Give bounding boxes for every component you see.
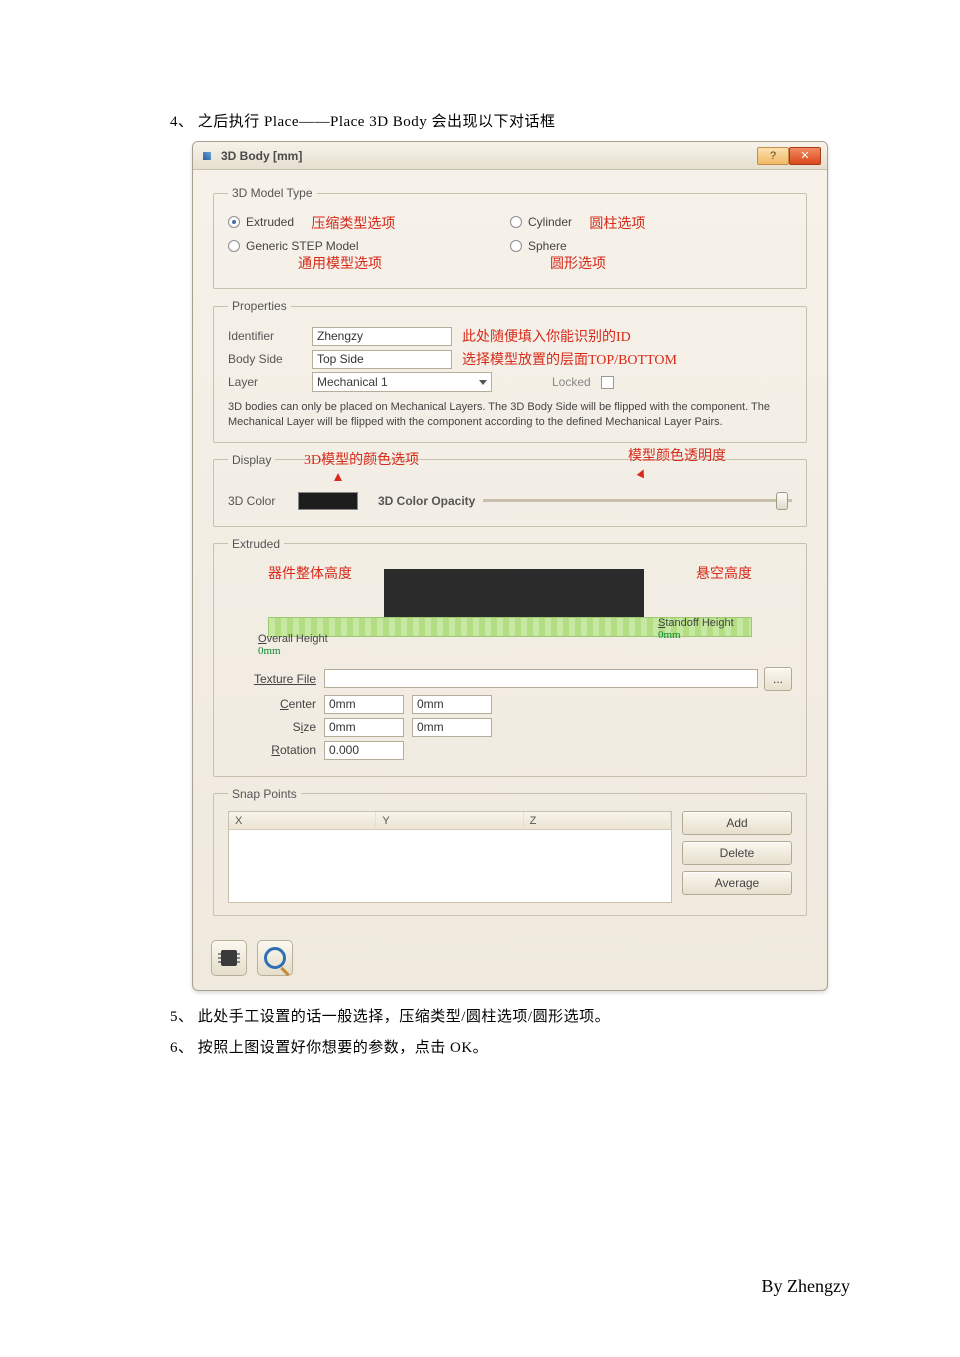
radio-extruded-label: Extruded <box>246 215 294 229</box>
identifier-input[interactable] <box>312 327 452 346</box>
group-model-type: 3D Model Type Extruded 压缩类型选项 Cylinder <box>213 186 807 289</box>
extruded-preview: 器件整体高度 悬空高度 Overall Height 0mm Standoff … <box>228 561 792 661</box>
note-extruded: 压缩类型选项 <box>311 217 395 232</box>
radio-generic-label: Generic STEP Model <box>246 239 359 253</box>
texture-browse-button[interactable]: ... <box>764 667 792 691</box>
color-label: 3D Color <box>228 494 298 508</box>
radio-cylinder[interactable]: Cylinder <box>510 215 572 229</box>
dialog-title: 3D Body [mm] <box>221 149 757 163</box>
legend-properties: Properties <box>228 299 291 313</box>
legend-extruded: Extruded <box>228 537 284 551</box>
radio-cylinder-label: Cylinder <box>528 215 572 229</box>
snap-grid[interactable]: X Y Z <box>228 811 672 903</box>
properties-info-text: 3D bodies can only be placed on Mechanic… <box>228 400 792 430</box>
radio-generic-step[interactable]: Generic STEP Model <box>228 239 359 253</box>
radio-extruded[interactable]: Extruded <box>228 215 294 229</box>
center-label: Center <box>228 697 324 711</box>
radio-sphere-label: Sphere <box>528 239 567 253</box>
legend-display: Display <box>228 453 275 467</box>
locked-label: Locked <box>552 375 591 389</box>
average-button[interactable]: Average <box>682 871 792 895</box>
snap-col-z: Z <box>524 812 671 830</box>
footprint-icon[interactable] <box>211 940 247 976</box>
layer-select[interactable]: Mechanical 1 <box>312 372 492 392</box>
note-cylinder: 圆柱选项 <box>589 217 645 232</box>
size-x-input[interactable] <box>324 718 404 737</box>
titlebar: 3D Body [mm] ? ✕ <box>193 142 827 170</box>
overall-height-label: Overall Height 0mm <box>258 633 328 657</box>
help-button[interactable]: ? <box>757 147 789 165</box>
dialog-3d-body: 3D Body [mm] ? ✕ 3D Model Type Extruded … <box>192 141 828 991</box>
arrow-icon <box>637 467 648 478</box>
step-6: 6、 按照上图设置好你想要的参数，点击 OK。 <box>170 1036 850 1057</box>
group-display: Display 3D模型的颜色选项 模型颜色透明度 3D Color 3D Co… <box>213 453 807 527</box>
note-identifier: 此处随便填入你能识别的ID <box>462 326 631 346</box>
note-overall-height: 器件整体高度 <box>268 563 352 583</box>
legend-model-type: 3D Model Type <box>228 186 317 200</box>
locked-checkbox[interactable] <box>601 376 614 389</box>
arrow-icon <box>334 473 342 481</box>
note-bodyside: 选择模型放置的层面TOP/BOTTOM <box>462 349 677 369</box>
group-snap-points: Snap Points X Y Z Add Delete Average <box>213 787 807 916</box>
chevron-down-icon <box>479 380 487 385</box>
legend-snap: Snap Points <box>228 787 301 801</box>
rotation-input[interactable] <box>324 741 404 760</box>
center-x-input[interactable] <box>324 695 404 714</box>
app-icon <box>199 148 215 164</box>
note-generic: 通用模型选项 <box>298 257 382 272</box>
add-button[interactable]: Add <box>682 811 792 835</box>
snap-col-x: X <box>229 812 376 830</box>
bodyside-input[interactable] <box>312 350 452 369</box>
size-y-input[interactable] <box>412 718 492 737</box>
opacity-slider[interactable] <box>483 491 792 511</box>
color-swatch[interactable] <box>298 492 358 510</box>
texture-file-label: Texture File <box>228 672 324 686</box>
bodyside-label: Body Side <box>228 352 312 366</box>
close-button[interactable]: ✕ <box>789 147 821 165</box>
note-sphere: 圆形选项 <box>550 257 606 272</box>
step-4: 4、 之后执行 Place——Place 3D Body 会出现以下对话框 <box>170 110 850 131</box>
opacity-label: 3D Color Opacity <box>378 494 475 508</box>
snap-col-y: Y <box>376 812 523 830</box>
delete-button[interactable]: Delete <box>682 841 792 865</box>
group-properties: Properties Identifier 此处随便填入你能识别的ID Body… <box>213 299 807 443</box>
texture-file-input[interactable] <box>324 669 758 688</box>
standoff-height-label: Standoff Height 0mm <box>658 617 734 641</box>
magnifier-icon[interactable] <box>257 940 293 976</box>
identifier-label: Identifier <box>228 329 312 343</box>
note-opacity: 模型颜色透明度 <box>628 445 726 465</box>
radio-sphere[interactable]: Sphere <box>510 239 567 253</box>
rotation-label: Rotation <box>228 743 324 757</box>
group-extruded: Extruded 器件整体高度 悬空高度 Overall Height 0mm … <box>213 537 807 777</box>
layer-select-value: Mechanical 1 <box>317 375 388 389</box>
step-5: 5、 此处手工设置的话一般选择，压缩类型/圆柱选项/圆形选项。 <box>170 1005 850 1026</box>
note-standoff-height: 悬空高度 <box>696 563 752 583</box>
center-y-input[interactable] <box>412 695 492 714</box>
size-label: Size <box>228 720 324 734</box>
note-3d-color: 3D模型的颜色选项 <box>304 449 419 469</box>
footer-author: By Zhengzy <box>762 1276 850 1297</box>
layer-label: Layer <box>228 375 312 389</box>
